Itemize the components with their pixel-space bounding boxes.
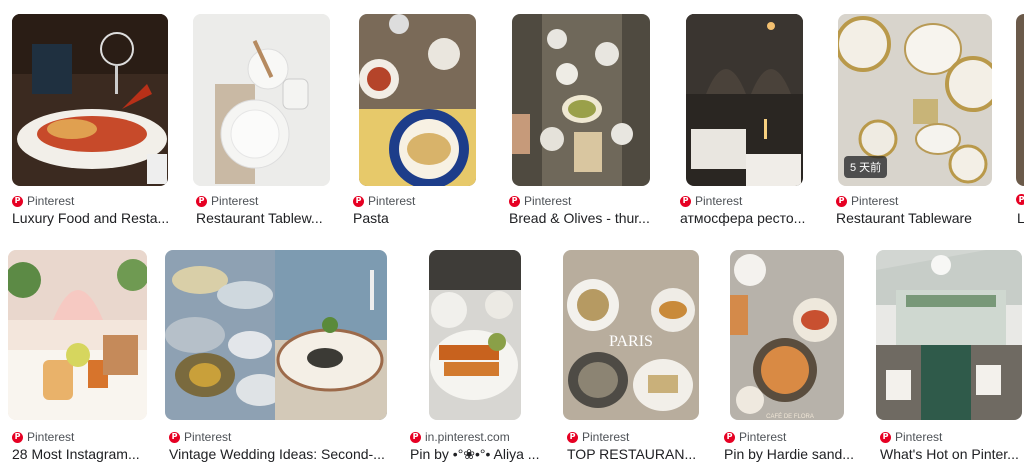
paris-overlay-text: PARIS: [609, 333, 653, 350]
result-image[interactable]: [1016, 14, 1024, 186]
result-source[interactable]: P Pinterest: [836, 194, 898, 208]
result-title[interactable]: Pin by •°❀•°• Aliya ...: [410, 446, 545, 463]
result-image[interactable]: [876, 250, 1022, 420]
result-source[interactable]: P Pinterest: [680, 194, 742, 208]
result-source[interactable]: P Pinterest: [353, 194, 415, 208]
result-image[interactable]: 5 天前: [838, 14, 992, 186]
pinterest-icon: P: [12, 431, 23, 443]
result-title[interactable]: What's Hot on Pinter...: [880, 446, 1020, 462]
result-source[interactable]: P Pinterest: [196, 194, 258, 208]
result-image[interactable]: [686, 14, 803, 186]
result-source[interactable]: P Pinterest: [724, 430, 786, 444]
pinterest-icon: P: [836, 195, 847, 207]
result-image[interactable]: [512, 14, 650, 186]
result-image[interactable]: PARIS: [563, 250, 699, 420]
pinterest-icon: P: [567, 431, 578, 443]
result-title[interactable]: Bread & Olives - thur...: [509, 210, 654, 226]
pinterest-icon: P: [353, 195, 364, 207]
result-image[interactable]: [8, 250, 147, 420]
result-image[interactable]: [429, 250, 521, 420]
cafe-overlay-text: CAFÉ DE FLORA: [766, 413, 814, 420]
result-title[interactable]: TOP RESTAURAN...: [567, 446, 702, 462]
result-title[interactable]: Vintage Wedding Ideas: Second-...: [169, 446, 387, 462]
result-source[interactable]: P Pinterest: [509, 194, 571, 208]
result-source[interactable]: P in.pinterest.com: [410, 430, 510, 444]
result-source[interactable]: P Pinterest: [880, 430, 942, 444]
result-image[interactable]: [165, 250, 387, 420]
result-title[interactable]: Luxury Food and Resta...: [12, 210, 172, 226]
result-source[interactable]: P Pinterest: [567, 430, 629, 444]
result-title[interactable]: Restaurant Tablew...: [196, 210, 336, 226]
pinterest-icon: P: [724, 431, 735, 443]
result-source[interactable]: P Pinterest: [169, 430, 231, 444]
result-source[interactable]: P Pinterest: [12, 430, 74, 444]
pinterest-icon: P: [410, 431, 421, 443]
result-image[interactable]: [359, 14, 476, 186]
result-title[interactable]: L: [1017, 210, 1024, 226]
result-source[interactable]: P: [1016, 194, 1024, 205]
result-title[interactable]: 28 Most Instagram...: [12, 446, 152, 462]
pinterest-icon: P: [680, 195, 691, 207]
result-image[interactable]: [193, 14, 330, 186]
result-title[interactable]: Restaurant Tableware: [836, 210, 986, 226]
pinterest-icon: P: [1016, 194, 1024, 205]
result-image[interactable]: [12, 14, 168, 186]
result-source[interactable]: P Pinterest: [12, 194, 74, 208]
result-title[interactable]: атмосфера ресто...: [680, 210, 810, 226]
pinterest-icon: P: [169, 431, 180, 443]
result-image[interactable]: CAFÉ DE FLORA: [730, 250, 844, 420]
pinterest-icon: P: [880, 431, 891, 443]
result-title[interactable]: Pin by Hardie sand...: [724, 446, 859, 462]
pinterest-icon: P: [12, 195, 23, 207]
pinterest-icon: P: [196, 195, 207, 207]
pinterest-icon: P: [509, 195, 520, 207]
result-title[interactable]: Pasta: [353, 210, 473, 226]
time-badge: 5 天前: [844, 156, 888, 178]
